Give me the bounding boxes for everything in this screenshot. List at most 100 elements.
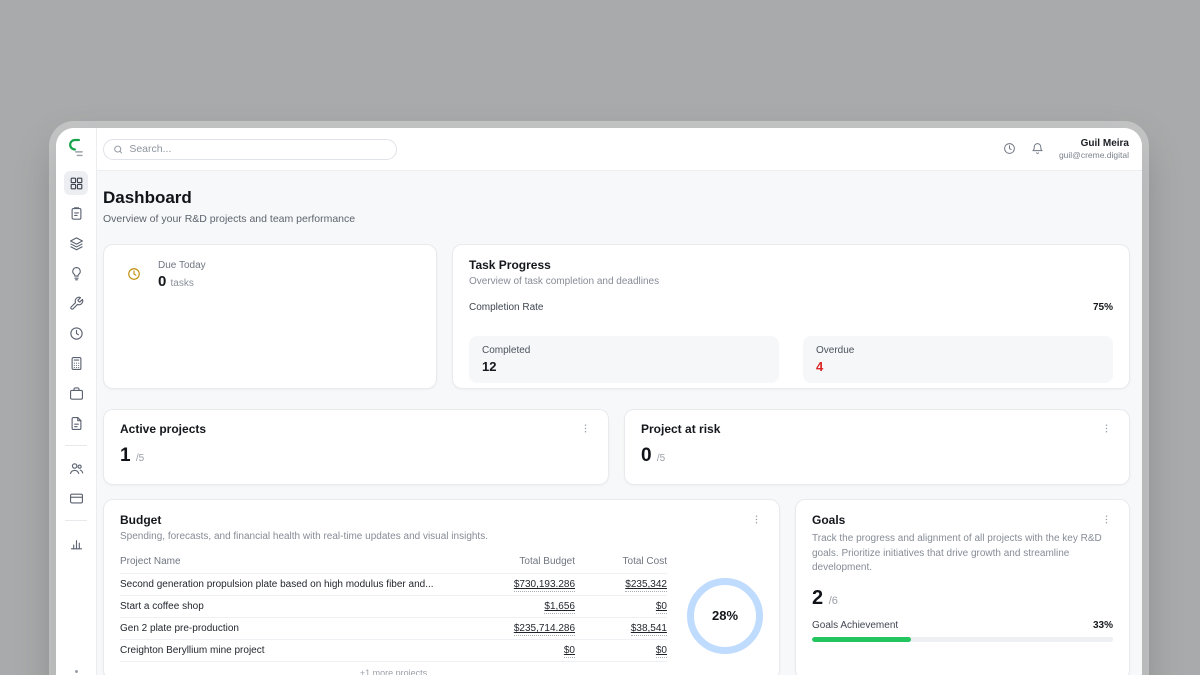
sidebar-item-projects[interactable]: [64, 231, 88, 255]
due-today-icon-badge: [120, 260, 148, 288]
user-menu[interactable]: Guil Meira guil@creme.digital: [1059, 137, 1129, 161]
completion-rate-value: 75%: [1093, 302, 1113, 313]
budget-usage-percent: 28%: [712, 608, 738, 623]
task-progress-subtitle: Overview of task completion and deadline…: [469, 276, 1113, 287]
overdue-label: Overdue: [816, 345, 1100, 356]
budget-table-row[interactable]: Second generation propulsion plate based…: [120, 574, 667, 596]
status-dot: [75, 670, 78, 673]
completed-value: 12: [482, 359, 766, 374]
sidebar-item-tasks[interactable]: [64, 201, 88, 225]
sidebar-item-team[interactable]: [64, 456, 88, 480]
total-cost-value[interactable]: $0: [575, 645, 667, 656]
project-name: Second generation propulsion plate based…: [120, 579, 455, 590]
sidebar-item-analytics[interactable]: [64, 531, 88, 555]
bar-chart-icon: [69, 536, 84, 551]
overdue-value: 4: [816, 359, 1100, 374]
users-icon: [69, 461, 84, 476]
wrench-icon: [69, 296, 84, 311]
budget-table-row[interactable]: Gen 2 plate pre-production$235,714.286$3…: [120, 618, 667, 640]
project-name: Creighton Beryllium mine project: [120, 645, 455, 656]
total-budget-value[interactable]: $1,656: [455, 601, 575, 612]
active-projects-value: 1: [120, 445, 131, 466]
total-cost-value[interactable]: $0: [575, 601, 667, 612]
sidebar-item-calculator[interactable]: [64, 351, 88, 375]
overdue-stat: Overdue 4: [803, 336, 1113, 383]
history-button[interactable]: [1003, 142, 1016, 155]
goals-total: /6: [829, 595, 838, 607]
budget-table-header: Project Name Total Budget Total Cost: [120, 553, 667, 574]
kebab-menu-icon: [1101, 514, 1112, 525]
due-today-count: 0: [158, 273, 166, 290]
clock-icon: [69, 326, 84, 341]
active-projects-menu-button[interactable]: [579, 422, 592, 435]
goals-menu-button[interactable]: [1100, 513, 1113, 526]
user-name: Guil Meira: [1059, 137, 1129, 150]
clipboard-icon: [69, 206, 84, 221]
search-box[interactable]: [103, 139, 397, 160]
total-budget-value[interactable]: $0: [455, 645, 575, 656]
kebab-menu-icon: [580, 423, 591, 434]
search-input[interactable]: [129, 143, 387, 155]
active-projects-card: Active projects 1 /5: [103, 409, 609, 485]
sidebar: V1.0: [56, 128, 97, 675]
main-content: Dashboard Overview of your R&D projects …: [97, 171, 1142, 675]
goals-achievement-label: Goals Achievement: [812, 620, 898, 631]
sidebar-nav: [64, 171, 88, 555]
project-at-risk-card: Project at risk 0 /5: [624, 409, 1130, 485]
sidebar-item-ideas[interactable]: [64, 261, 88, 285]
active-projects-title: Active projects: [120, 422, 206, 436]
search-icon: [113, 144, 123, 155]
sidebar-footer: V1.0: [67, 670, 85, 675]
task-progress-card: Task Progress Overview of task completio…: [452, 244, 1130, 389]
sidebar-divider: [65, 520, 87, 521]
sidebar-item-tools[interactable]: [64, 291, 88, 315]
project-at-risk-title: Project at risk: [641, 422, 720, 436]
column-total-cost: Total Cost: [575, 556, 667, 567]
sidebar-item-billing[interactable]: [64, 486, 88, 510]
column-total-budget: Total Budget: [455, 556, 575, 567]
budget-menu-button[interactable]: [750, 513, 763, 526]
project-name: Start a coffee shop: [120, 601, 455, 612]
budget-table-body: Second generation propulsion plate based…: [120, 574, 667, 662]
total-budget-value[interactable]: $235,714.286: [455, 623, 575, 634]
page-title: Dashboard: [103, 188, 1130, 208]
clock-icon: [1003, 142, 1016, 155]
project-at-risk-menu-button[interactable]: [1100, 422, 1113, 435]
kebab-menu-icon: [1101, 423, 1112, 434]
completed-stat: Completed 12: [469, 336, 779, 383]
app-logo[interactable]: [67, 137, 86, 163]
bell-icon: [1031, 142, 1044, 155]
budget-table-row[interactable]: Creighton Beryllium mine project$0$0: [120, 640, 667, 662]
calculator-icon: [69, 356, 84, 371]
budget-title: Budget: [120, 513, 161, 527]
budget-usage-ring: 28%: [687, 578, 763, 654]
project-at-risk-value: 0: [641, 445, 652, 466]
app-window: V1.0: [56, 128, 1142, 675]
project-at-risk-total: /5: [657, 453, 665, 464]
budget-table-row[interactable]: Start a coffee shop$1,656$0: [120, 596, 667, 618]
page-subtitle: Overview of your R&D projects and team p…: [103, 213, 1130, 225]
total-budget-value[interactable]: $730,193.286: [455, 579, 575, 590]
more-projects-label[interactable]: +1 more projects: [120, 662, 667, 675]
goals-title: Goals: [812, 513, 845, 527]
sidebar-item-dashboard[interactable]: [64, 171, 88, 195]
sidebar-item-documents[interactable]: [64, 411, 88, 435]
due-today-unit: tasks: [171, 278, 194, 289]
completion-rate-label: Completion Rate: [469, 302, 543, 313]
sidebar-item-time[interactable]: [64, 321, 88, 345]
briefcase-icon: [69, 386, 84, 401]
goals-achievement-value: 33%: [1093, 620, 1113, 631]
total-cost-value[interactable]: $235,342: [575, 579, 667, 590]
total-cost-value[interactable]: $38,541: [575, 623, 667, 634]
active-projects-total: /5: [136, 453, 144, 464]
sidebar-divider: [65, 445, 87, 446]
lightbulb-icon: [69, 266, 84, 281]
goals-achievement-fill: [812, 637, 911, 642]
goals-description: Track the progress and alignment of all …: [812, 532, 1113, 576]
sidebar-item-portfolio[interactable]: [64, 381, 88, 405]
due-today-label: Due Today: [158, 260, 206, 271]
clock-icon: [127, 267, 141, 281]
credit-card-icon: [69, 491, 84, 506]
completed-label: Completed: [482, 345, 766, 356]
notifications-button[interactable]: [1031, 142, 1044, 155]
